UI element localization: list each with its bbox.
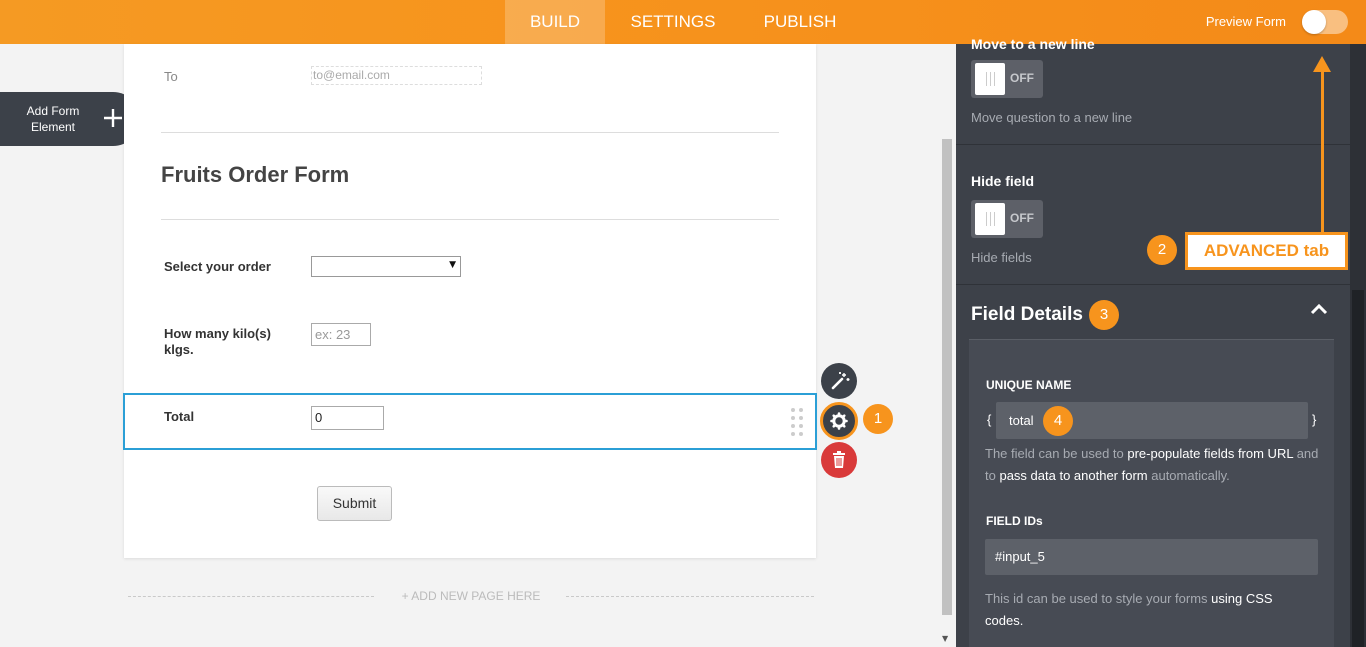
delete-field-button[interactable] — [821, 442, 857, 478]
plus-icon — [102, 102, 124, 136]
selected-total-field[interactable] — [123, 393, 817, 450]
dropdown-arrow-icon: ▼ — [449, 260, 456, 270]
tab-build[interactable]: BUILD — [505, 0, 605, 44]
hide-field-title: Hide field — [971, 173, 1035, 189]
toggle-knob — [1302, 10, 1326, 34]
hide-field-toggle[interactable]: OFF — [971, 200, 1043, 238]
total-input[interactable]: 0 — [311, 406, 384, 430]
field-id-description: This id can be used to style your forms … — [985, 591, 1273, 628]
unique-name-description: The field can be used to pre-populate fi… — [985, 446, 1319, 483]
add-new-page-label[interactable]: + ADD NEW PAGE HERE — [398, 589, 544, 603]
field-id-input[interactable]: #input_5 — [985, 539, 1318, 575]
tab-publish[interactable]: PUBLISH — [752, 0, 848, 44]
add-form-element-button[interactable]: Add Form Element — [0, 92, 140, 146]
chevron-up-icon[interactable] — [1310, 300, 1328, 321]
form-heading[interactable]: Fruits Order Form — [161, 162, 349, 188]
kilos-label: How many kilo(s) klgs. — [164, 326, 271, 357]
dashed-divider — [128, 596, 374, 597]
toggle-off-label: OFF — [1010, 211, 1034, 225]
panel-scrollbar[interactable] — [1350, 44, 1366, 647]
field-details-body: UNIQUE NAME { total 4 } The field can be… — [969, 339, 1334, 647]
order-select[interactable]: ▼ — [311, 256, 461, 277]
divider — [161, 132, 779, 133]
properties-panel: Move to a new line OFF Move question to … — [956, 36, 1350, 647]
move-new-line-title: Move to a new line — [971, 36, 1095, 52]
add-form-element-label: Add Form Element — [26, 104, 80, 134]
gear-icon — [830, 412, 848, 430]
move-new-line-hint: Move question to a new line — [971, 110, 1133, 125]
toggle-off-label: OFF — [1010, 71, 1034, 85]
field-properties-button[interactable] — [820, 402, 858, 440]
advanced-tab-callout: ADVANCED tab — [1185, 232, 1348, 270]
divider — [956, 284, 1350, 285]
brace-close: } — [1312, 412, 1317, 427]
to-label: To — [164, 69, 178, 84]
divider — [161, 219, 779, 220]
brace-open: { — [987, 412, 992, 427]
select-order-label: Select your order — [164, 259, 271, 274]
field-ids-title: FIELD IDs — [986, 514, 1043, 528]
scrollbar-thumb[interactable] — [942, 139, 952, 615]
wand-button[interactable] — [821, 363, 857, 399]
hide-field-hint: Hide fields — [971, 250, 1032, 265]
field-details-title[interactable]: Field Details — [971, 304, 1083, 326]
top-bar: BUILD SETTINGS PUBLISH Preview Form — [0, 0, 1366, 44]
preview-form-toggle[interactable] — [1302, 10, 1348, 34]
dashed-divider — [566, 596, 814, 597]
total-label: Total — [164, 409, 195, 424]
submit-button[interactable]: Submit — [317, 486, 392, 521]
annotation-arrow-head — [1313, 56, 1331, 72]
divider — [956, 144, 1350, 145]
step-badge-1: 1 — [863, 404, 893, 434]
wand-icon — [831, 372, 850, 390]
unique-name-title: UNIQUE NAME — [986, 378, 1072, 392]
kilos-input[interactable]: ex: 23 — [311, 323, 371, 346]
drag-handle[interactable] — [791, 408, 803, 436]
step-badge-4: 4 — [1043, 406, 1073, 436]
scrollbar-thumb[interactable] — [1352, 290, 1364, 647]
move-new-line-toggle[interactable]: OFF — [971, 60, 1043, 98]
preview-form-label: Preview Form — [1205, 14, 1286, 29]
to-email-input[interactable]: to@email.com — [311, 66, 482, 85]
annotation-arrow-line — [1321, 68, 1324, 232]
step-badge-2: 2 — [1147, 235, 1177, 265]
build-scrollbar[interactable]: ▼ — [938, 44, 956, 647]
trash-icon — [833, 451, 845, 468]
add-new-page[interactable]: + ADD NEW PAGE HERE — [128, 589, 814, 603]
step-badge-3: 3 — [1089, 300, 1119, 330]
form-card: To to@email.com Fruits Order Form Select… — [123, 44, 817, 558]
tab-settings[interactable]: SETTINGS — [622, 0, 724, 44]
scroll-down-icon[interactable]: ▼ — [942, 634, 948, 643]
